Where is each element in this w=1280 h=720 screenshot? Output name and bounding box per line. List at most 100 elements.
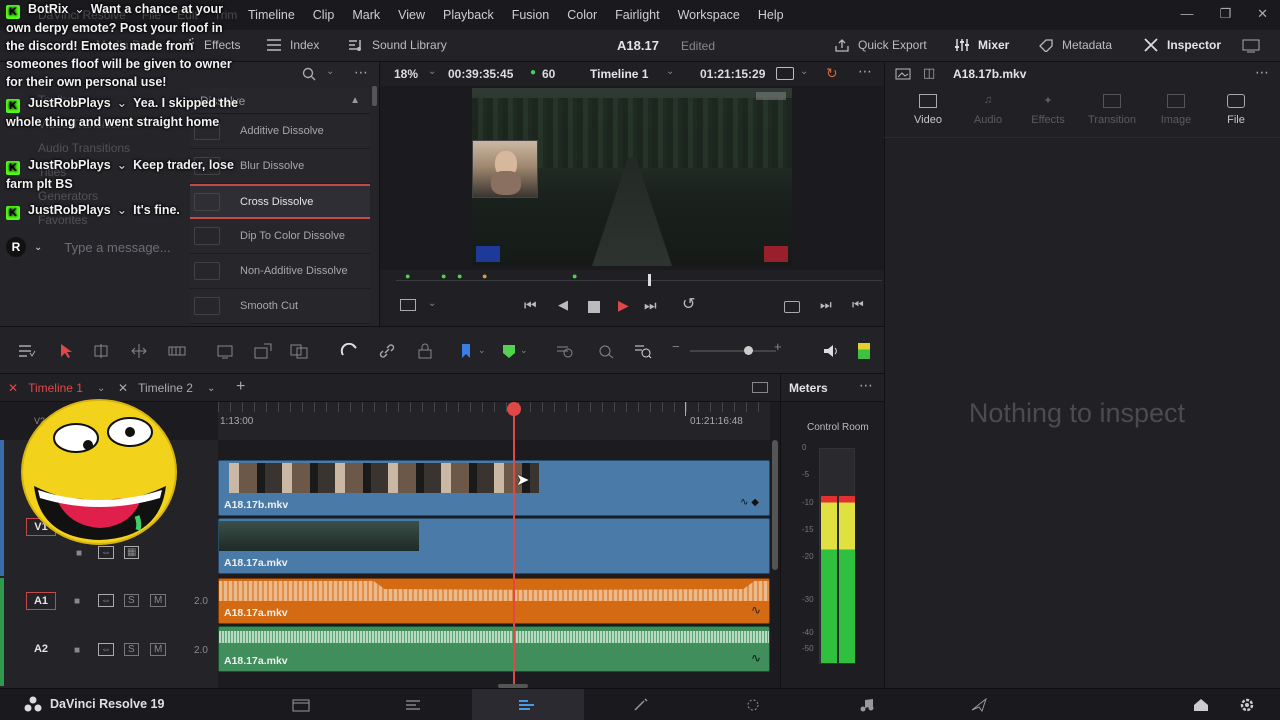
match-frame-icon[interactable] bbox=[784, 301, 800, 313]
viewer-scrubber[interactable]: ● ● ● ● ● bbox=[396, 270, 882, 286]
home-icon[interactable] bbox=[1192, 698, 1210, 712]
dynamic-trim-icon[interactable] bbox=[130, 343, 148, 359]
menu-fusion[interactable]: Fusion bbox=[512, 8, 550, 22]
metadata-tab[interactable]: Metadata bbox=[1038, 38, 1112, 52]
chevron-down-icon[interactable]: ⌄ bbox=[207, 383, 215, 394]
flag-icon[interactable] bbox=[458, 343, 476, 359]
zoom-detail-icon[interactable] bbox=[596, 343, 614, 359]
more-options-icon[interactable]: ⋯ bbox=[354, 64, 369, 81]
close-icon[interactable]: ✕ bbox=[1257, 6, 1268, 22]
tab-audio[interactable]: ♫ Audio bbox=[958, 94, 1018, 126]
link-icon[interactable] bbox=[378, 343, 396, 359]
fade-icon[interactable]: ∿ bbox=[751, 651, 761, 665]
marker-icon[interactable]: ● bbox=[572, 271, 577, 281]
auto-select-icon[interactable]: ⇔ bbox=[98, 594, 114, 607]
more-options-icon[interactable]: ⋯ bbox=[858, 63, 872, 80]
stop-icon[interactable] bbox=[588, 301, 600, 313]
lock-icon[interactable]: ■ bbox=[74, 596, 80, 607]
loop-sync-icon[interactable]: ↻ bbox=[826, 65, 838, 82]
zoom-custom-icon[interactable] bbox=[634, 343, 652, 359]
zoom-full-icon[interactable] bbox=[556, 343, 574, 359]
playhead-handle[interactable] bbox=[648, 274, 651, 286]
tab-file[interactable]: File bbox=[1206, 94, 1266, 126]
close-icon[interactable]: ✕ bbox=[8, 381, 18, 395]
sound-library-tab[interactable]: Sound Library bbox=[348, 38, 447, 52]
marker-icon[interactable]: ● bbox=[457, 271, 462, 281]
fairlight-page-icon[interactable] bbox=[858, 698, 876, 712]
timeline-options-icon[interactable] bbox=[18, 343, 36, 359]
selection-arrow-icon[interactable] bbox=[58, 343, 76, 359]
media-page-icon[interactable] bbox=[292, 698, 310, 712]
menu-color[interactable]: Color bbox=[567, 8, 597, 22]
mute-button[interactable]: M bbox=[150, 643, 167, 656]
marker-icon[interactable]: ● bbox=[482, 271, 487, 281]
zoom-out-icon[interactable]: − bbox=[672, 339, 690, 355]
marker-icon[interactable] bbox=[500, 343, 518, 359]
zoom-slider-handle[interactable] bbox=[744, 346, 753, 355]
menu-view[interactable]: View bbox=[398, 8, 425, 22]
minimize-icon[interactable]: — bbox=[1180, 6, 1193, 22]
effects-scrollbar[interactable] bbox=[372, 86, 377, 106]
trim-icon[interactable] bbox=[92, 343, 110, 359]
more-options-icon[interactable]: ⋯ bbox=[859, 377, 873, 394]
menu-timeline[interactable]: Timeline bbox=[248, 8, 295, 22]
edit-page-tab[interactable] bbox=[472, 689, 584, 720]
deliver-page-icon[interactable] bbox=[970, 698, 988, 712]
lock-icon[interactable] bbox=[416, 343, 434, 359]
speaker-icon[interactable] bbox=[822, 343, 840, 359]
tab-timeline-1[interactable]: ✕ Timeline 1 ⌄ bbox=[8, 381, 105, 395]
skip-back-icon[interactable]: ⏮ bbox=[524, 297, 537, 314]
snapping-icon[interactable] bbox=[340, 343, 358, 359]
lock-icon[interactable]: ■ bbox=[76, 548, 82, 559]
chevron-down-icon[interactable]: ⌄ bbox=[34, 242, 42, 253]
menu-playback[interactable]: Playback bbox=[443, 8, 494, 22]
tab-effects[interactable]: ✦ Effects bbox=[1018, 94, 1078, 126]
zoom-level[interactable]: 18% bbox=[394, 67, 418, 81]
search-icon[interactable] bbox=[302, 67, 316, 81]
audio-level-icon[interactable] bbox=[858, 343, 870, 359]
tab-transition[interactable]: Transition bbox=[1082, 94, 1142, 126]
clip-v1[interactable]: A18.17a.mkv bbox=[218, 518, 770, 574]
quick-export-button[interactable]: Quick Export bbox=[834, 38, 927, 52]
lock-icon[interactable]: ■ bbox=[74, 645, 80, 656]
timeline-name[interactable]: Timeline 1 bbox=[590, 67, 648, 81]
chat-input[interactable]: R ⌄ Type a message... bbox=[6, 236, 236, 258]
playhead[interactable] bbox=[513, 402, 515, 684]
tab-timeline-2[interactable]: ✕ Timeline 2 ⌄ bbox=[118, 381, 215, 395]
skip-forward-icon[interactable]: ⏭ bbox=[644, 297, 657, 314]
display-icon[interactable] bbox=[776, 67, 794, 80]
chevron-down-icon[interactable]: ⌄ bbox=[97, 383, 105, 394]
add-timeline-icon[interactable]: + bbox=[236, 378, 245, 396]
overwrite-clip-icon[interactable] bbox=[254, 343, 272, 359]
fusion-page-icon[interactable] bbox=[632, 698, 650, 712]
inspector-tab[interactable]: Inspector bbox=[1143, 38, 1221, 52]
reverse-play-icon[interactable]: ◀ bbox=[558, 297, 568, 313]
menu-clip[interactable]: Clip bbox=[313, 8, 335, 22]
loop-icon[interactable]: ↺ bbox=[682, 294, 695, 314]
chevron-down-icon[interactable]: ⌄ bbox=[428, 298, 436, 309]
gear-icon[interactable] bbox=[1238, 698, 1256, 712]
track-label-a2[interactable]: A2 bbox=[26, 640, 56, 658]
close-icon[interactable]: ✕ bbox=[118, 381, 128, 395]
color-page-icon[interactable] bbox=[744, 698, 762, 712]
marker-icon[interactable]: ● bbox=[441, 271, 446, 281]
more-options-icon[interactable]: ⋯ bbox=[1255, 64, 1269, 81]
chevron-down-icon[interactable]: ⌄ bbox=[800, 66, 808, 77]
chevron-down-icon[interactable]: ⌄ bbox=[666, 66, 674, 77]
maximize-icon[interactable]: ❐ bbox=[1219, 6, 1231, 22]
clip-a2[interactable]: A18.17a.mkv ∿ bbox=[218, 626, 770, 672]
menu-help[interactable]: Help bbox=[758, 8, 784, 22]
layout-icon[interactable] bbox=[1242, 39, 1260, 53]
prev-edit-icon[interactable]: ⏮ bbox=[852, 297, 864, 313]
mute-button[interactable]: M bbox=[150, 594, 167, 607]
zoom-in-icon[interactable]: + bbox=[774, 339, 792, 355]
auto-select-icon[interactable]: ⇔ bbox=[98, 643, 114, 656]
effect-item[interactable]: Smooth Cut bbox=[190, 289, 370, 324]
playhead-handle[interactable] bbox=[507, 402, 521, 416]
index-tab[interactable]: Index bbox=[266, 38, 319, 52]
chevron-down-icon[interactable]: ⌄ bbox=[520, 345, 538, 361]
menu-workspace[interactable]: Workspace bbox=[678, 8, 740, 22]
timeline-scrollbar-v[interactable] bbox=[772, 440, 778, 570]
chevron-down-icon[interactable]: ⌄ bbox=[478, 345, 496, 361]
play-icon[interactable]: ▶ bbox=[618, 297, 629, 314]
